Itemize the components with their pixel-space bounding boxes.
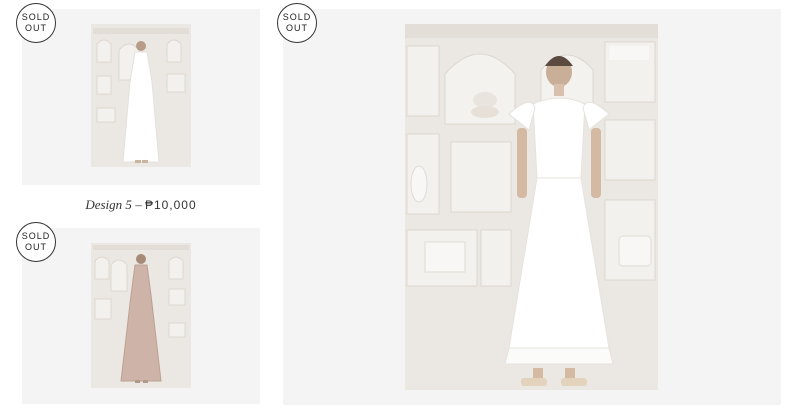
- product-card-bottom-left[interactable]: [22, 228, 260, 404]
- caption-separator: –: [135, 197, 142, 212]
- sold-out-badge-line2: OUT: [25, 242, 47, 252]
- product-image[interactable]: [405, 24, 658, 390]
- sold-out-badge-line1: SOLD: [21, 12, 51, 22]
- sold-out-badge-line2: OUT: [286, 23, 308, 33]
- product-caption[interactable]: Design 5 – ₱10,000: [22, 197, 260, 213]
- product-name[interactable]: Design 5: [85, 197, 132, 212]
- sold-out-badge: SOLD OUT: [16, 3, 56, 43]
- product-image[interactable]: [91, 24, 191, 167]
- product-photo-illustration: [405, 24, 658, 390]
- product-image[interactable]: [91, 243, 191, 388]
- product-price: ₱10,000: [144, 198, 197, 212]
- product-photo-illustration: [91, 24, 191, 167]
- sold-out-badge-line1: SOLD: [282, 12, 312, 22]
- sold-out-badge: SOLD OUT: [277, 3, 317, 43]
- product-card-featured[interactable]: [283, 9, 781, 405]
- sold-out-badge-line2: OUT: [25, 23, 47, 33]
- product-card-top-left[interactable]: [22, 9, 260, 185]
- sold-out-badge-line1: SOLD: [21, 231, 51, 241]
- product-photo-illustration: [91, 243, 191, 388]
- sold-out-badge: SOLD OUT: [16, 222, 56, 262]
